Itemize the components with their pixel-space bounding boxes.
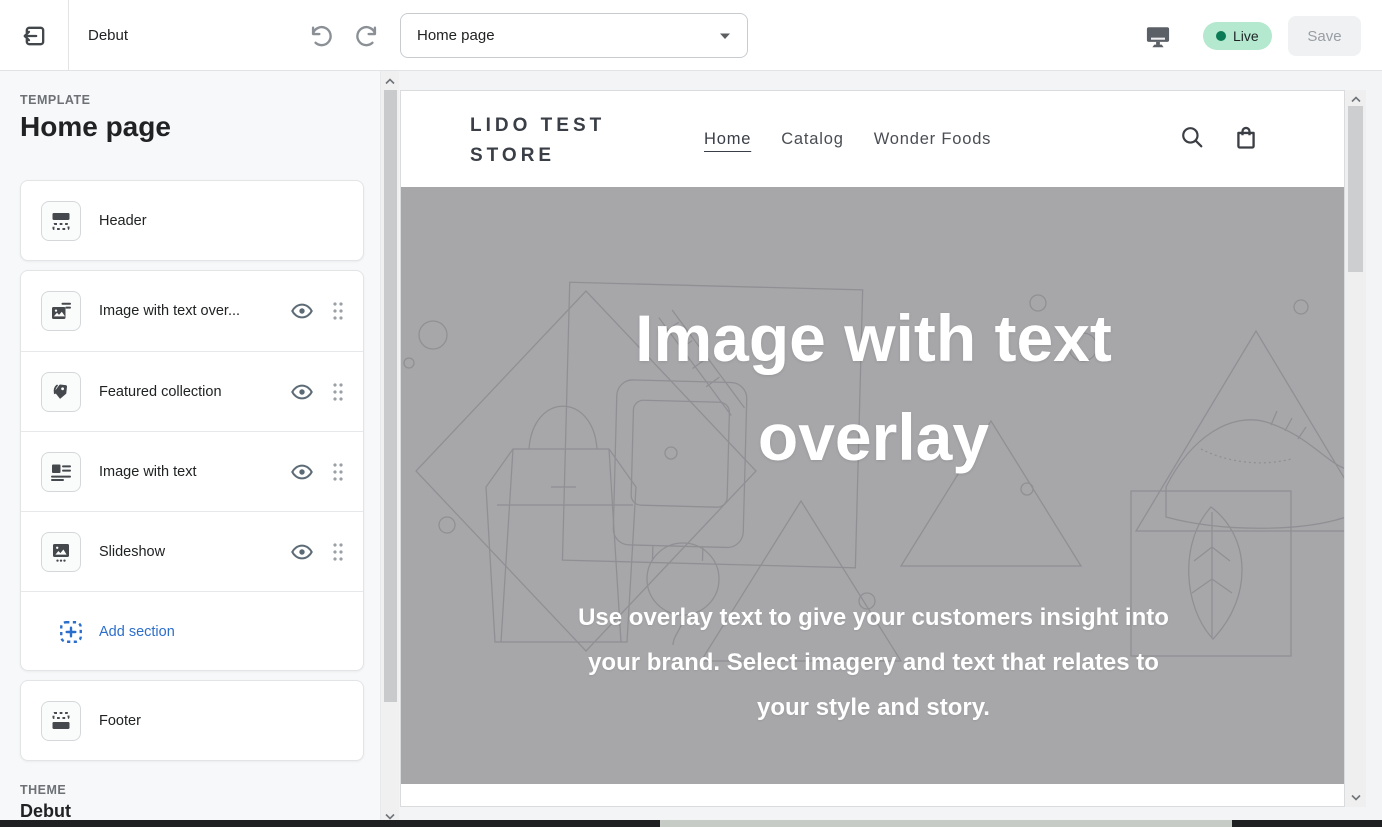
chevron-down-icon (719, 27, 731, 44)
visibility-eye-icon[interactable] (289, 380, 315, 404)
nav-link-wonder-foods[interactable]: Wonder Foods (874, 130, 992, 149)
add-section-label: Add section (99, 592, 175, 671)
theme-name: Debut (20, 801, 71, 822)
sidebar-item-header[interactable]: Header (21, 181, 363, 261)
slideshow-icon (41, 532, 81, 572)
redo-button[interactable] (350, 20, 384, 52)
search-icon[interactable] (1179, 124, 1205, 155)
store-preview-page: LIDO TEST STORE Home Catalog Wonder Food… (400, 90, 1345, 807)
image-text-overlay-icon (41, 291, 81, 331)
nav-link-catalog[interactable]: Catalog (781, 130, 843, 149)
topbar-theme-name: Debut (88, 0, 128, 70)
nav-link-home[interactable]: Home (704, 130, 751, 149)
section-card-footer: Footer (20, 680, 364, 761)
drag-handle-icon[interactable] (329, 299, 347, 323)
template-label: TEMPLATE (20, 93, 90, 107)
section-card-group: Image with text over... (20, 270, 364, 671)
theme-label: THEME (20, 783, 66, 797)
sidebar-item-image-with-text[interactable]: Image with text (21, 431, 363, 511)
bottom-strip-left (0, 820, 660, 827)
sidebar-page-title: Home page (20, 111, 171, 143)
drag-handle-icon[interactable] (329, 460, 347, 484)
redo-icon (354, 23, 381, 50)
hero-heading: Image with text overlay (529, 289, 1219, 487)
scroll-up-icon[interactable] (381, 74, 399, 88)
section-label: Image with text over... (99, 271, 240, 351)
sidebar-item-footer[interactable]: Footer (21, 681, 363, 761)
store-logo[interactable]: LIDO TEST STORE (470, 111, 640, 171)
live-dot-icon (1216, 31, 1226, 41)
store-nav: Home Catalog Wonder Foods (704, 91, 991, 187)
preview-scrollbar[interactable] (1345, 90, 1366, 807)
sidebar: TEMPLATE Home page Header (0, 71, 380, 827)
section-label: Image with text (99, 432, 197, 512)
sidebar-item-image-with-text-overlay[interactable]: Image with text over... (21, 271, 363, 351)
drag-handle-icon[interactable] (329, 380, 347, 404)
bottom-strip-middle (660, 820, 1232, 827)
visibility-eye-icon[interactable] (289, 460, 315, 484)
scroll-up-icon[interactable] (1345, 92, 1366, 106)
save-button[interactable]: Save (1288, 16, 1361, 56)
image-with-text-icon (41, 452, 81, 492)
drag-handle-icon[interactable] (329, 540, 347, 564)
footer-icon (41, 701, 81, 741)
section-label: Slideshow (99, 512, 165, 592)
exit-editor-button[interactable] (16, 17, 54, 55)
store-header: LIDO TEST STORE Home Catalog Wonder Food… (401, 91, 1344, 187)
visibility-eye-icon[interactable] (289, 299, 315, 323)
add-section-icon (57, 618, 85, 646)
topbar: Debut Home page Live Save (0, 0, 1382, 71)
sidebar-item-slideshow[interactable]: Slideshow (21, 511, 363, 591)
visibility-eye-icon[interactable] (289, 540, 315, 564)
live-status-badge: Live (1203, 22, 1272, 50)
page-selector-value: Home page (417, 27, 495, 44)
bottom-strip-right (1232, 820, 1382, 827)
page-selector-dropdown[interactable]: Home page (400, 13, 748, 58)
hero-section[interactable]: Image with text overlay Use overlay text… (401, 187, 1345, 784)
hero-body-text: Use overlay text to give your customers … (561, 595, 1186, 730)
section-label: Featured collection (99, 352, 222, 432)
scrollbar-thumb[interactable] (384, 90, 397, 702)
desktop-monitor-icon (1144, 22, 1172, 50)
store-header-icons (1179, 91, 1260, 187)
undo-button[interactable] (303, 20, 337, 52)
add-section-button[interactable]: Add section (21, 591, 363, 671)
exit-icon (21, 22, 49, 50)
scroll-down-icon[interactable] (1345, 790, 1366, 804)
section-label: Footer (99, 681, 141, 761)
live-label: Live (1233, 28, 1259, 44)
topbar-divider (68, 0, 69, 70)
section-card-header: Header (20, 180, 364, 261)
scrollbar-thumb[interactable] (1348, 106, 1363, 272)
device-preview-button[interactable] (1140, 20, 1176, 52)
cart-bag-icon[interactable] (1232, 123, 1260, 156)
featured-collection-icon (41, 372, 81, 412)
section-label: Header (99, 181, 147, 261)
undo-icon (307, 23, 334, 50)
header-icon (41, 201, 81, 241)
sidebar-item-featured-collection[interactable]: Featured collection (21, 351, 363, 431)
sidebar-scrollbar[interactable] (380, 71, 399, 827)
